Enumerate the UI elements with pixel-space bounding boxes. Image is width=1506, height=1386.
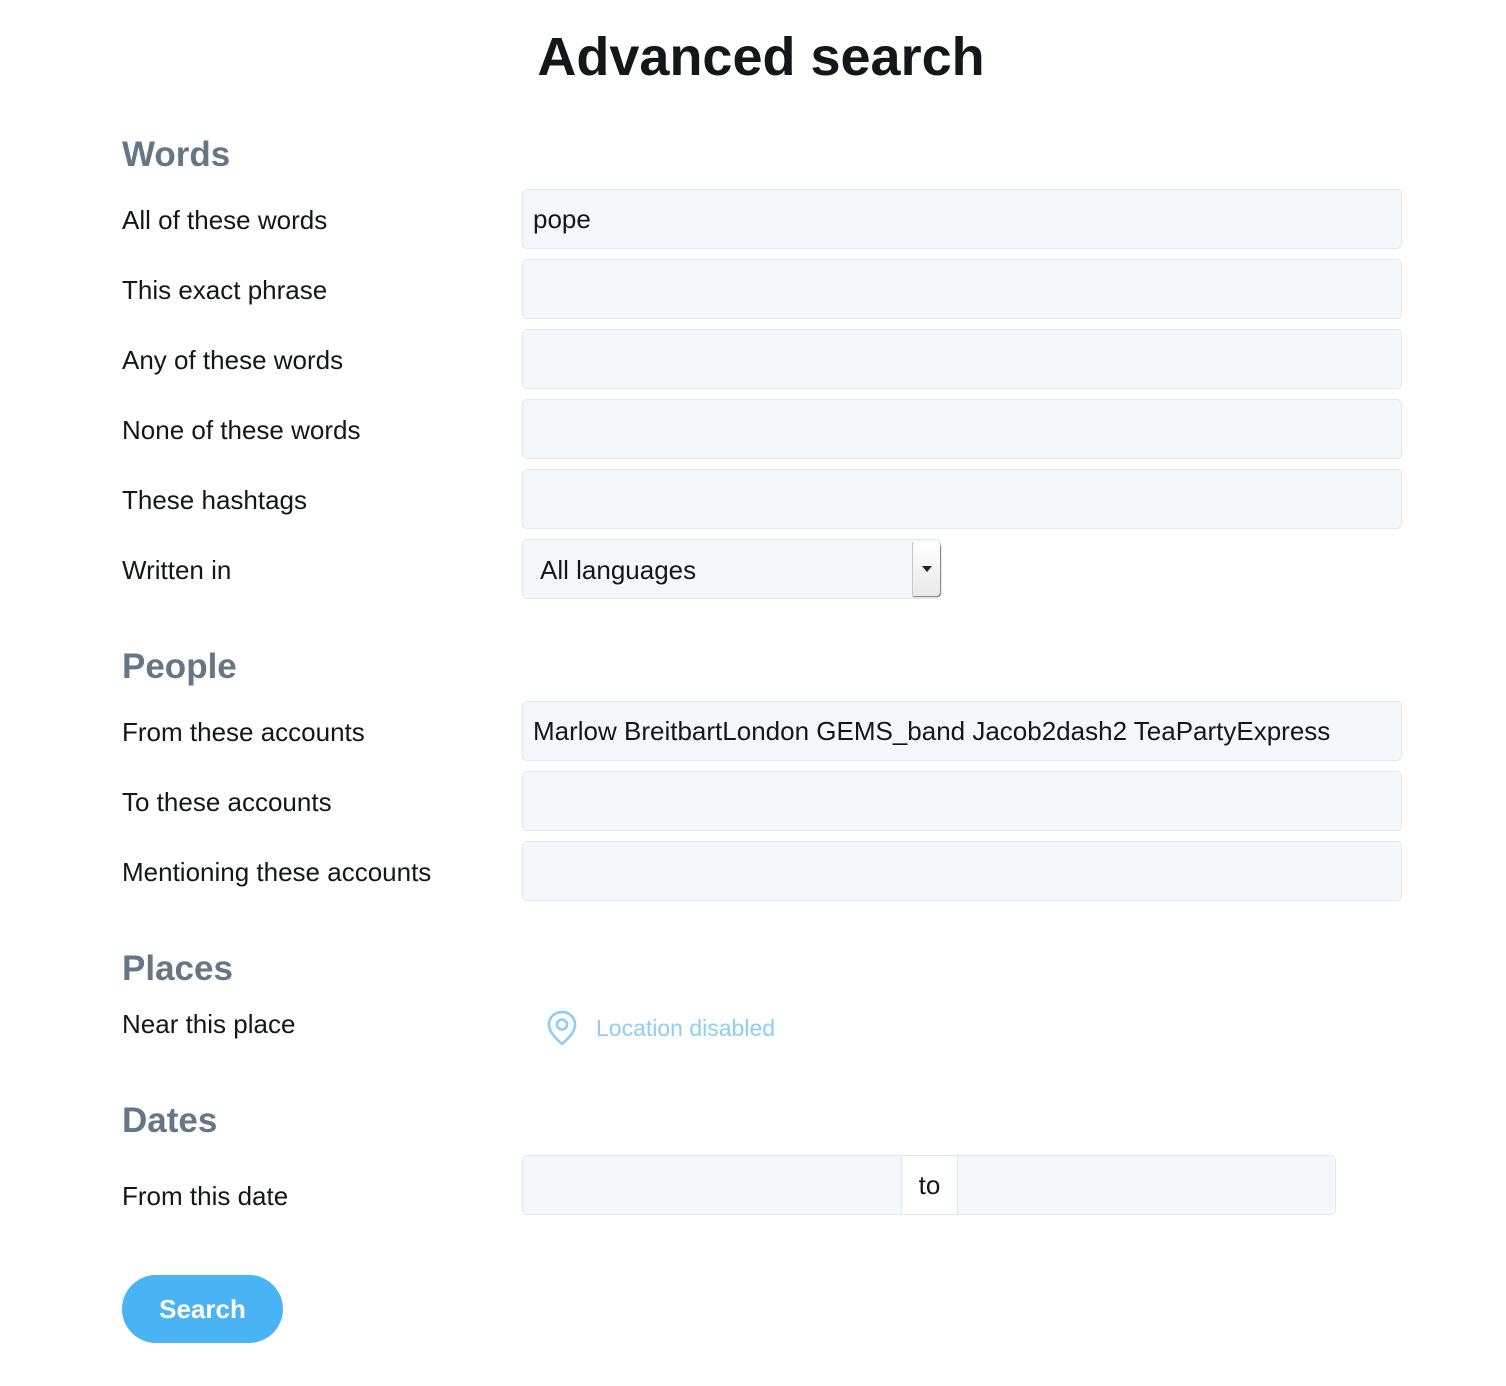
date-range: to [522,1155,1336,1215]
none-words-label: None of these words [122,415,361,445]
hashtags-label: These hashtags [122,485,308,515]
page-title: Advanced search [537,27,985,87]
any-words-input[interactable] [522,329,1402,389]
written-in-label: Written in [122,555,232,585]
dates-heading: Dates [122,1101,218,1140]
any-words-label: Any of these words [122,345,344,375]
all-words-label: All of these words [122,205,328,235]
to-accounts-input[interactable] [522,771,1402,831]
language-select[interactable]: All languages [522,539,941,599]
mentioning-accounts-label: Mentioning these accounts [122,857,432,887]
to-date-input[interactable] [957,1155,1336,1215]
exact-phrase-label: This exact phrase [122,275,328,305]
search-button[interactable]: Search [122,1275,283,1343]
location-status: Location disabled [596,1015,776,1041]
location-toggle[interactable]: Location disabled [545,1010,775,1046]
places-heading: Places [122,949,233,988]
advanced-search-page: Advanced search Words All of these words… [0,0,1506,1386]
mentioning-accounts-input[interactable] [522,841,1402,901]
from-date-label: From this date [122,1181,289,1211]
language-select-value: All languages [540,555,697,585]
from-date-input[interactable] [522,1155,902,1215]
near-place-label: Near this place [122,1009,296,1039]
exact-phrase-input[interactable] [522,259,1402,319]
all-words-input[interactable] [522,189,1402,249]
location-pin-icon [545,1010,579,1046]
from-accounts-label: From these accounts [122,717,365,747]
to-accounts-label: To these accounts [122,787,332,817]
hashtags-input[interactable] [522,469,1402,529]
date-separator: to [902,1155,957,1215]
from-accounts-input[interactable] [522,701,1402,761]
people-heading: People [122,647,237,686]
none-words-input[interactable] [522,399,1402,459]
words-heading: Words [122,135,231,174]
chevron-down-icon[interactable] [912,542,940,596]
